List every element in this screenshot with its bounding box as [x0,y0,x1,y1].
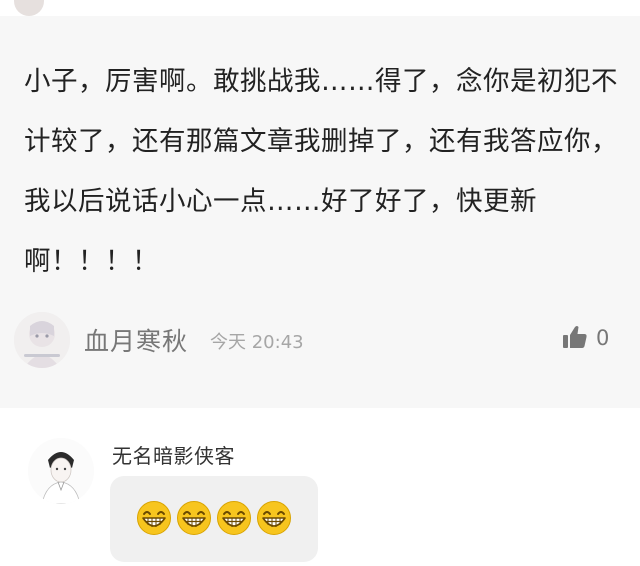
avatar-image [14,312,70,368]
previous-comment-edge [0,0,640,16]
like-count: 0 [596,326,610,350]
previous-avatar-edge [14,0,44,16]
reply-avatar[interactable] [28,438,94,504]
comment-text: 小子，厉害啊。敢挑战我……得了，念你是初犯不计较了，还有那篇文章我删掉了，还有我… [24,66,618,277]
reply-section: 无名暗影侠客 [0,408,640,566]
thumbs-up-icon [563,326,587,348]
reply-avatar-image [28,438,94,504]
like-button[interactable]: 0 [562,320,622,360]
avatar[interactable] [14,312,70,368]
comment-card: 小子，厉害啊。敢挑战我……得了，念你是初犯不计较了，还有那篇文章我删掉了，还有我… [0,16,640,408]
reply-author[interactable]: 无名暗影侠客 [112,440,235,469]
comment-meta: 血月寒秋 今天 20:43 0 [14,312,626,370]
comment-author[interactable]: 血月寒秋 [84,322,188,358]
comment-timestamp: 今天 20:43 [210,332,304,353]
laughing-face-emoji [217,501,251,535]
reply-bubble [110,476,318,562]
emoji-row [136,500,296,536]
laughing-face-emoji [137,501,171,535]
laughing-face-emoji [177,501,211,535]
laughing-face-emoji [257,501,291,535]
